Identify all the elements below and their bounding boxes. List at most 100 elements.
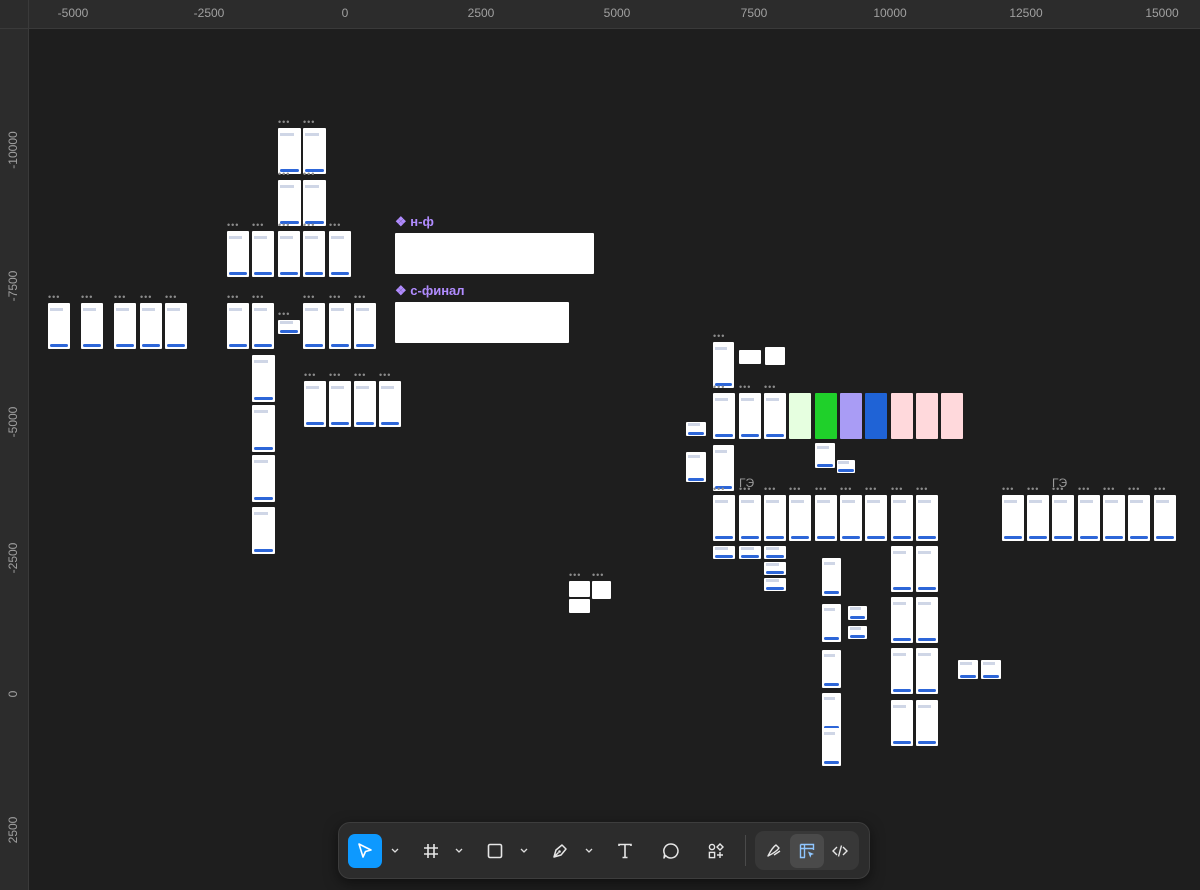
frame-menu-dots[interactable]: ••• bbox=[1002, 484, 1014, 494]
design-mode-button[interactable] bbox=[790, 834, 824, 868]
screen-frame-thumbnail[interactable] bbox=[227, 303, 249, 349]
frame-menu-dots[interactable]: ••• bbox=[329, 292, 341, 302]
screen-frame-thumbnail[interactable] bbox=[822, 604, 841, 642]
screen-frame-thumbnail[interactable] bbox=[764, 393, 786, 439]
frame-menu-dots[interactable]: ••• bbox=[764, 484, 776, 494]
screen-frame-thumbnail[interactable] bbox=[114, 303, 136, 349]
screen-frame-thumbnail[interactable] bbox=[569, 599, 590, 613]
screen-frame-thumbnail[interactable] bbox=[764, 546, 786, 559]
frame-menu-dots[interactable]: ••• bbox=[891, 484, 903, 494]
frame-menu-dots[interactable]: ••• bbox=[1052, 484, 1064, 494]
frame-menu-dots[interactable]: ••• bbox=[278, 117, 290, 127]
frame-menu-dots[interactable]: ••• bbox=[1027, 484, 1039, 494]
move-tool-button[interactable] bbox=[348, 834, 382, 868]
frame-menu-dots[interactable]: ••• bbox=[713, 331, 725, 341]
screen-frame-thumbnail[interactable] bbox=[48, 303, 70, 349]
frame-menu-dots[interactable]: ••• bbox=[278, 220, 290, 230]
frame-menu-dots[interactable]: ••• bbox=[303, 292, 315, 302]
screen-frame-thumbnail[interactable] bbox=[252, 231, 274, 277]
screen-frame-thumbnail[interactable] bbox=[789, 495, 811, 541]
screen-frame-thumbnail[interactable] bbox=[891, 648, 913, 694]
dev-mode-button[interactable] bbox=[823, 834, 857, 868]
frame-menu-dots[interactable]: ••• bbox=[303, 117, 315, 127]
frame-menu-dots[interactable]: ••• bbox=[840, 484, 852, 494]
screen-frame-thumbnail[interactable] bbox=[329, 303, 351, 349]
screen-frame-thumbnail[interactable] bbox=[822, 728, 841, 766]
screen-frame-thumbnail[interactable] bbox=[822, 693, 841, 731]
chevron-down-icon[interactable] bbox=[390, 845, 400, 855]
screen-frame-thumbnail[interactable] bbox=[354, 381, 376, 427]
screen-frame-thumbnail[interactable] bbox=[252, 355, 275, 402]
screen-frame-thumbnail[interactable] bbox=[252, 405, 275, 452]
screen-frame-thumbnail[interactable] bbox=[941, 393, 963, 439]
screen-frame-thumbnail[interactable] bbox=[916, 393, 938, 439]
screen-frame-thumbnail[interactable] bbox=[713, 393, 735, 439]
frame-menu-dots[interactable]: ••• bbox=[329, 370, 341, 380]
screen-frame-thumbnail[interactable] bbox=[891, 546, 913, 592]
screen-frame-thumbnail[interactable] bbox=[848, 626, 867, 639]
section-label-nf[interactable]: ❖ н-ф bbox=[395, 214, 434, 230]
frame-menu-dots[interactable]: ••• bbox=[1078, 484, 1090, 494]
screen-frame-thumbnail[interactable] bbox=[227, 231, 249, 277]
screen-frame-thumbnail[interactable] bbox=[848, 606, 867, 620]
design-canvas[interactable]: ❖ н-ф ❖ с-финал ГЭ ГЭ ••• ••• ••• ••• ••• •••… bbox=[29, 29, 1200, 890]
screen-frame-thumbnail[interactable] bbox=[252, 303, 274, 349]
screen-frame-thumbnail[interactable] bbox=[822, 650, 841, 688]
screen-frame-thumbnail[interactable] bbox=[303, 231, 325, 277]
screen-frame-thumbnail[interactable] bbox=[916, 700, 938, 746]
screen-frame-thumbnail[interactable] bbox=[81, 303, 103, 349]
frame-menu-dots[interactable]: ••• bbox=[865, 484, 877, 494]
screen-frame-thumbnail[interactable] bbox=[395, 233, 594, 274]
screen-frame-thumbnail[interactable] bbox=[1103, 495, 1125, 541]
shape-tool-button[interactable] bbox=[478, 834, 512, 868]
screen-frame-thumbnail[interactable] bbox=[329, 381, 351, 427]
screen-frame-thumbnail[interactable] bbox=[252, 507, 275, 554]
screen-frame-thumbnail[interactable] bbox=[278, 231, 300, 277]
screen-frame-thumbnail[interactable] bbox=[958, 660, 978, 679]
screen-frame-thumbnail[interactable] bbox=[140, 303, 162, 349]
screen-frame-thumbnail[interactable] bbox=[891, 393, 913, 439]
screen-frame-thumbnail[interactable] bbox=[815, 443, 835, 468]
frame-menu-dots[interactable]: ••• bbox=[354, 292, 366, 302]
screen-frame-thumbnail[interactable] bbox=[840, 495, 862, 541]
screen-frame-thumbnail[interactable] bbox=[916, 648, 938, 694]
screen-frame-thumbnail[interactable] bbox=[1128, 495, 1150, 541]
screen-frame-thumbnail[interactable] bbox=[739, 350, 761, 364]
frame-menu-dots[interactable]: ••• bbox=[278, 309, 290, 319]
frame-menu-dots[interactable]: ••• bbox=[81, 292, 93, 302]
frame-menu-dots[interactable]: ••• bbox=[48, 292, 60, 302]
frame-menu-dots[interactable]: ••• bbox=[227, 220, 239, 230]
section-label-s-final[interactable]: ❖ с-финал bbox=[395, 283, 465, 299]
screen-frame-thumbnail[interactable] bbox=[1154, 495, 1176, 541]
screen-frame-thumbnail[interactable] bbox=[739, 393, 761, 439]
frame-menu-dots[interactable]: ••• bbox=[1128, 484, 1140, 494]
frame-menu-dots[interactable]: ••• bbox=[916, 484, 928, 494]
screen-frame-thumbnail[interactable] bbox=[822, 558, 841, 596]
text-tool-button[interactable] bbox=[608, 834, 642, 868]
frame-menu-dots[interactable]: ••• bbox=[140, 292, 152, 302]
frame-menu-dots[interactable]: ••• bbox=[379, 370, 391, 380]
frame-menu-dots[interactable]: ••• bbox=[764, 382, 776, 392]
screen-frame-thumbnail[interactable] bbox=[354, 303, 376, 349]
frame-menu-dots[interactable]: ••• bbox=[592, 570, 604, 580]
screen-frame-thumbnail[interactable] bbox=[252, 455, 275, 502]
frame-menu-dots[interactable]: ••• bbox=[815, 484, 827, 494]
frame-menu-dots[interactable]: ••• bbox=[303, 169, 315, 179]
screen-frame-thumbnail[interactable] bbox=[916, 597, 938, 643]
chevron-down-icon[interactable] bbox=[454, 845, 464, 855]
screen-frame-thumbnail[interactable] bbox=[815, 393, 837, 439]
screen-frame-thumbnail[interactable] bbox=[1052, 495, 1074, 541]
frame-menu-dots[interactable]: ••• bbox=[1103, 484, 1115, 494]
screen-frame-thumbnail[interactable] bbox=[739, 495, 761, 541]
chevron-down-icon[interactable] bbox=[584, 845, 594, 855]
screen-frame-thumbnail[interactable] bbox=[891, 597, 913, 643]
screen-frame-thumbnail[interactable] bbox=[592, 581, 611, 599]
screen-frame-thumbnail[interactable] bbox=[916, 495, 938, 541]
screen-frame-thumbnail[interactable] bbox=[686, 452, 706, 482]
frame-menu-dots[interactable]: ••• bbox=[1154, 484, 1166, 494]
screen-frame-thumbnail[interactable] bbox=[395, 302, 569, 343]
comment-tool-button[interactable] bbox=[654, 834, 688, 868]
screen-frame-thumbnail[interactable] bbox=[765, 347, 785, 365]
screen-frame-thumbnail[interactable] bbox=[304, 381, 326, 427]
frame-menu-dots[interactable]: ••• bbox=[329, 220, 341, 230]
